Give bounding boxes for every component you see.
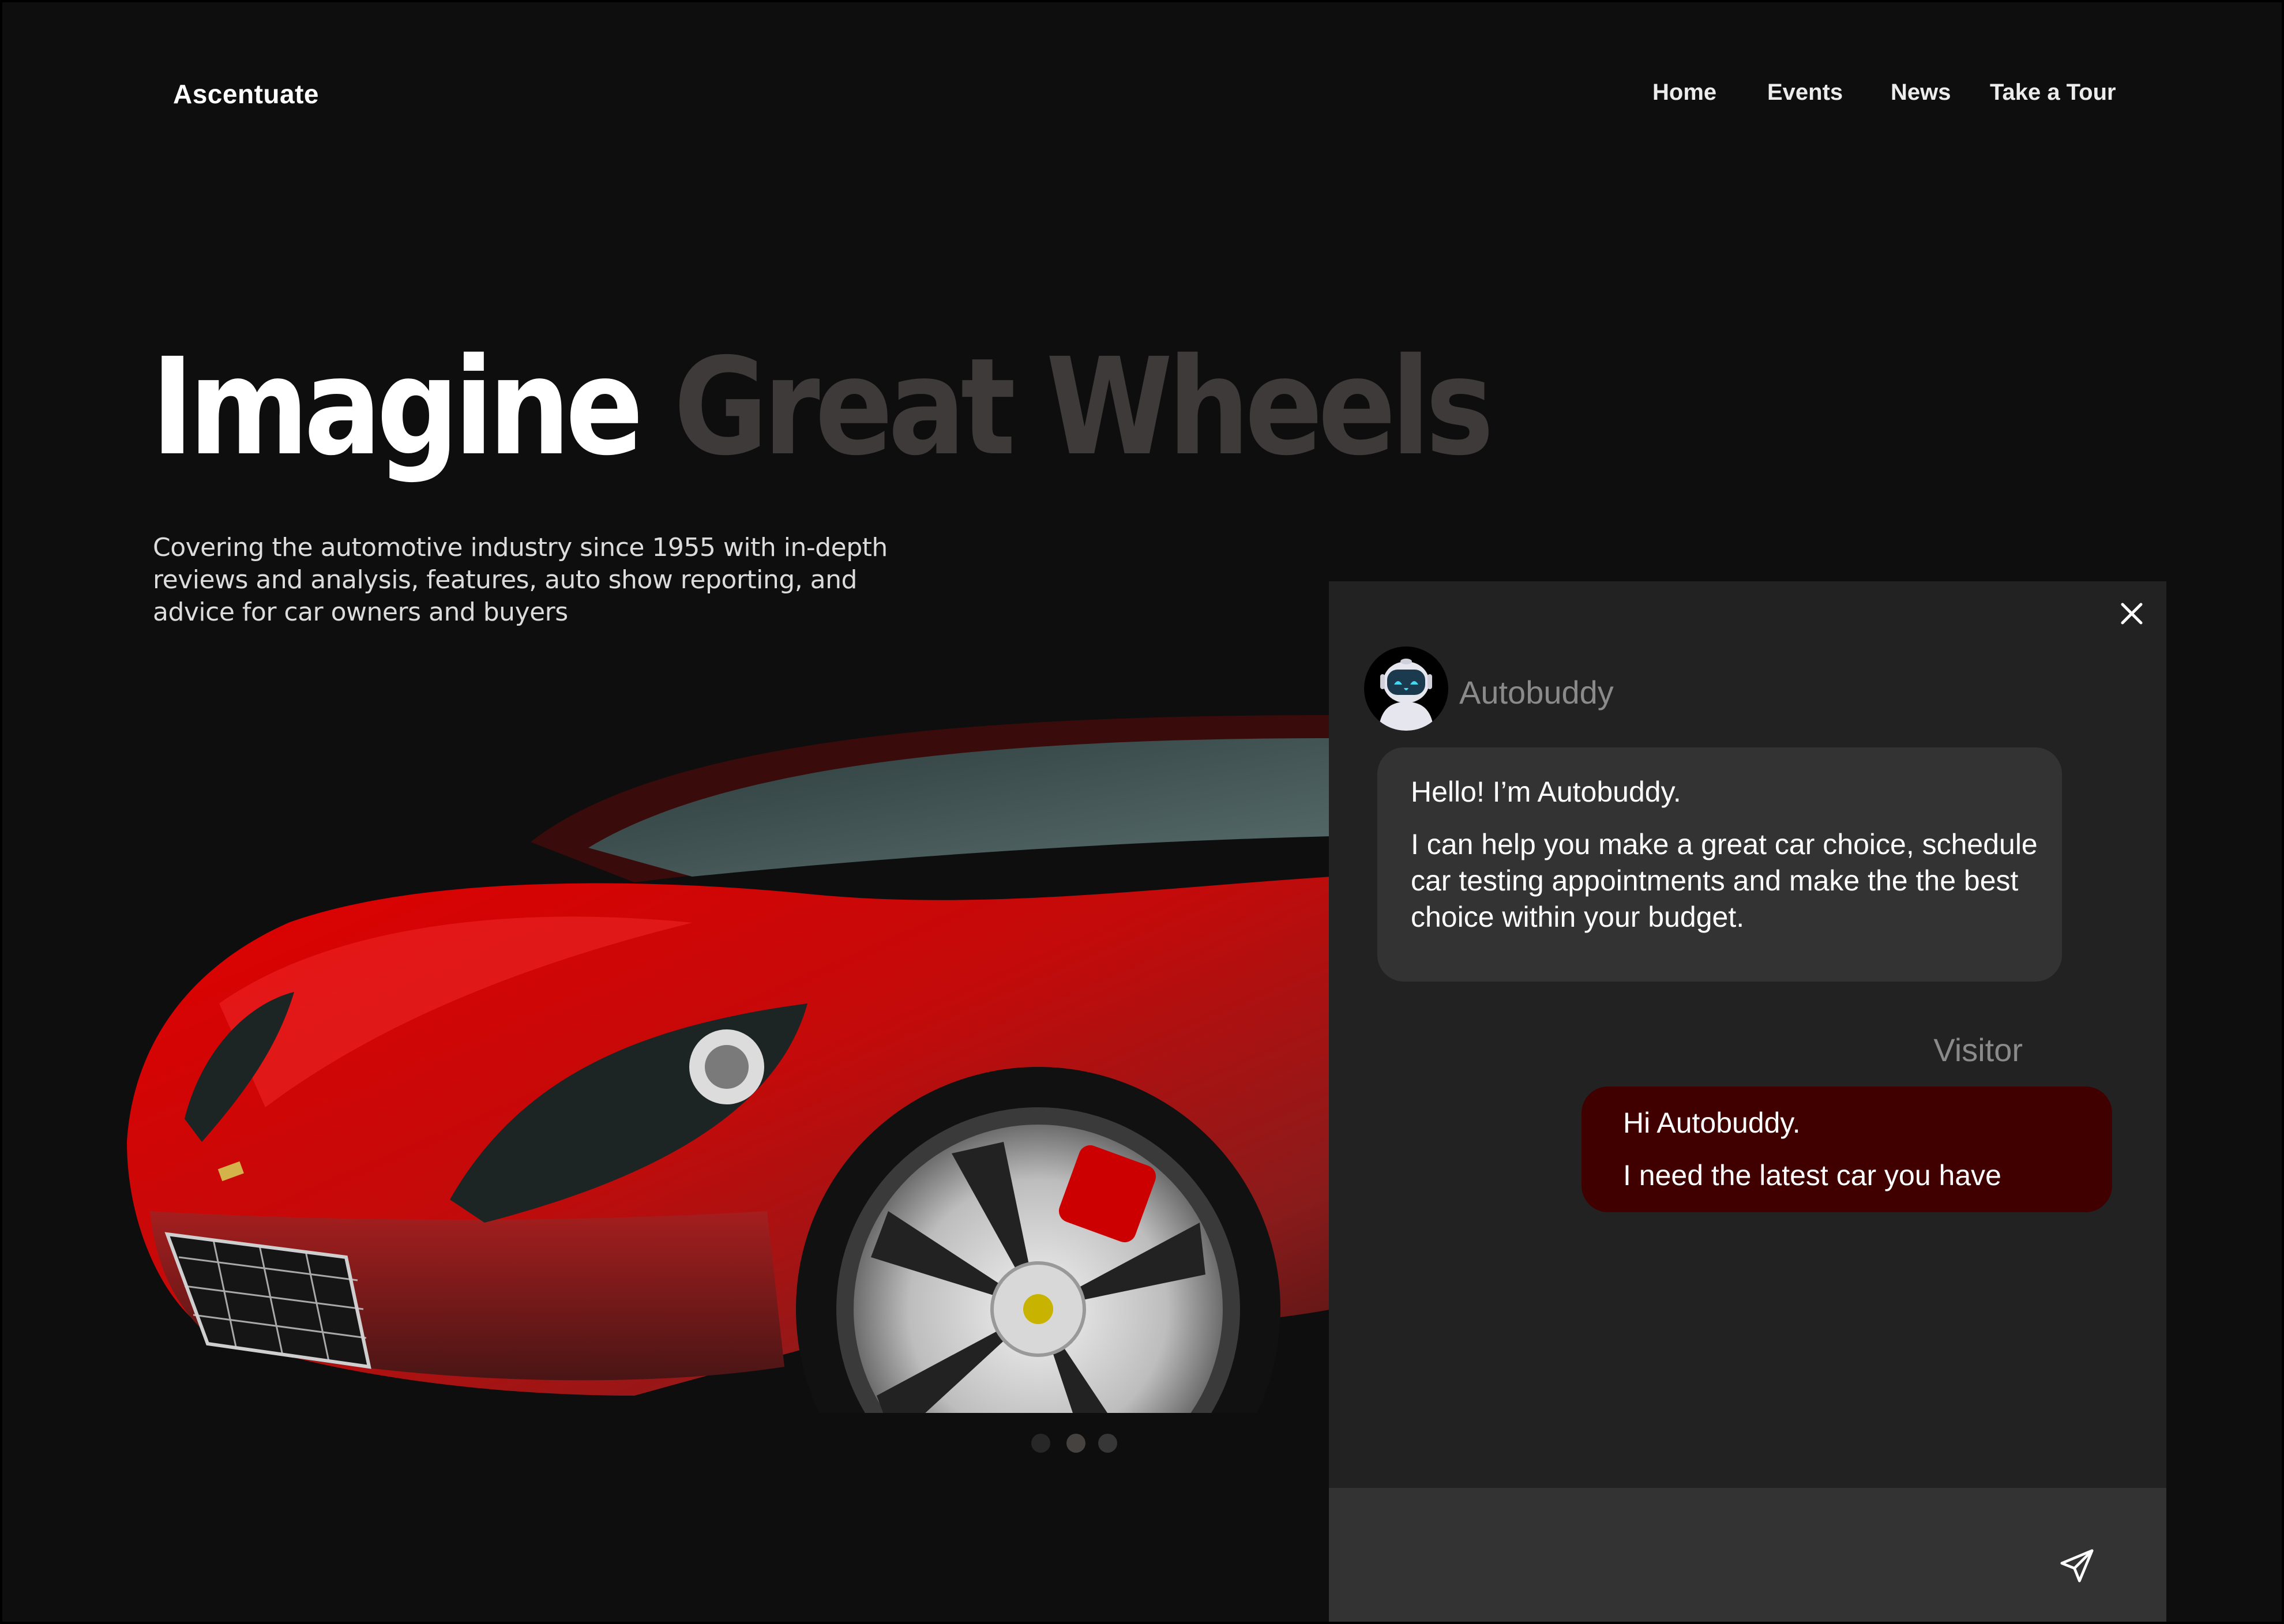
bot-message-bubble: Hello! I’m Autobuddy. I can help you mak… xyxy=(1377,747,2062,982)
bot-message: I can help you make a great car choice, … xyxy=(1411,828,2038,933)
nav-news[interactable]: News xyxy=(1891,80,1951,106)
visitor-message-bubble: Hi Autobuddy. I need the latest car you … xyxy=(1581,1087,2112,1212)
hero-subtitle: Covering the automotive industry since 1… xyxy=(153,533,888,627)
visitor-name: Visitor xyxy=(1933,1032,2023,1068)
hero-title: Imagine Great Wheels xyxy=(151,340,1494,474)
bot-name: Autobuddy xyxy=(1459,674,1614,710)
nav-home[interactable]: Home xyxy=(1652,80,1716,106)
chat-input-area xyxy=(1329,1488,2166,1624)
visitor-message: Hi Autobuddy. xyxy=(1623,1107,1801,1139)
hero-title-primary: Imagine xyxy=(151,329,644,485)
carousel-dot-2-active[interactable] xyxy=(1066,1434,1085,1453)
chat-panel: Autobuddy Hello! I’m Autobuddy. I can he… xyxy=(1329,581,2166,1624)
close-button[interactable] xyxy=(2118,600,2146,627)
carousel-dot-1[interactable] xyxy=(1031,1434,1050,1453)
bot-avatar xyxy=(1364,646,1448,731)
carousel-dot-3[interactable] xyxy=(1098,1434,1117,1453)
main-nav: Home Events News Take a Tour xyxy=(0,80,2284,114)
visitor-message: I need the latest car you have xyxy=(1623,1159,2001,1191)
chat-message-input[interactable] xyxy=(1352,1517,2046,1587)
robot-icon xyxy=(1378,659,1434,731)
nav-take-a-tour[interactable]: Take a Tour xyxy=(1990,80,2116,106)
close-icon xyxy=(2121,603,2143,625)
send-icon xyxy=(2060,1549,2094,1582)
nav-events[interactable]: Events xyxy=(1767,80,1843,106)
hero-title-secondary: Great Wheels xyxy=(674,329,1494,485)
send-button[interactable] xyxy=(2057,1546,2097,1586)
car-image xyxy=(127,715,1332,1413)
bot-message: Hello! I’m Autobuddy. xyxy=(1411,776,1681,808)
